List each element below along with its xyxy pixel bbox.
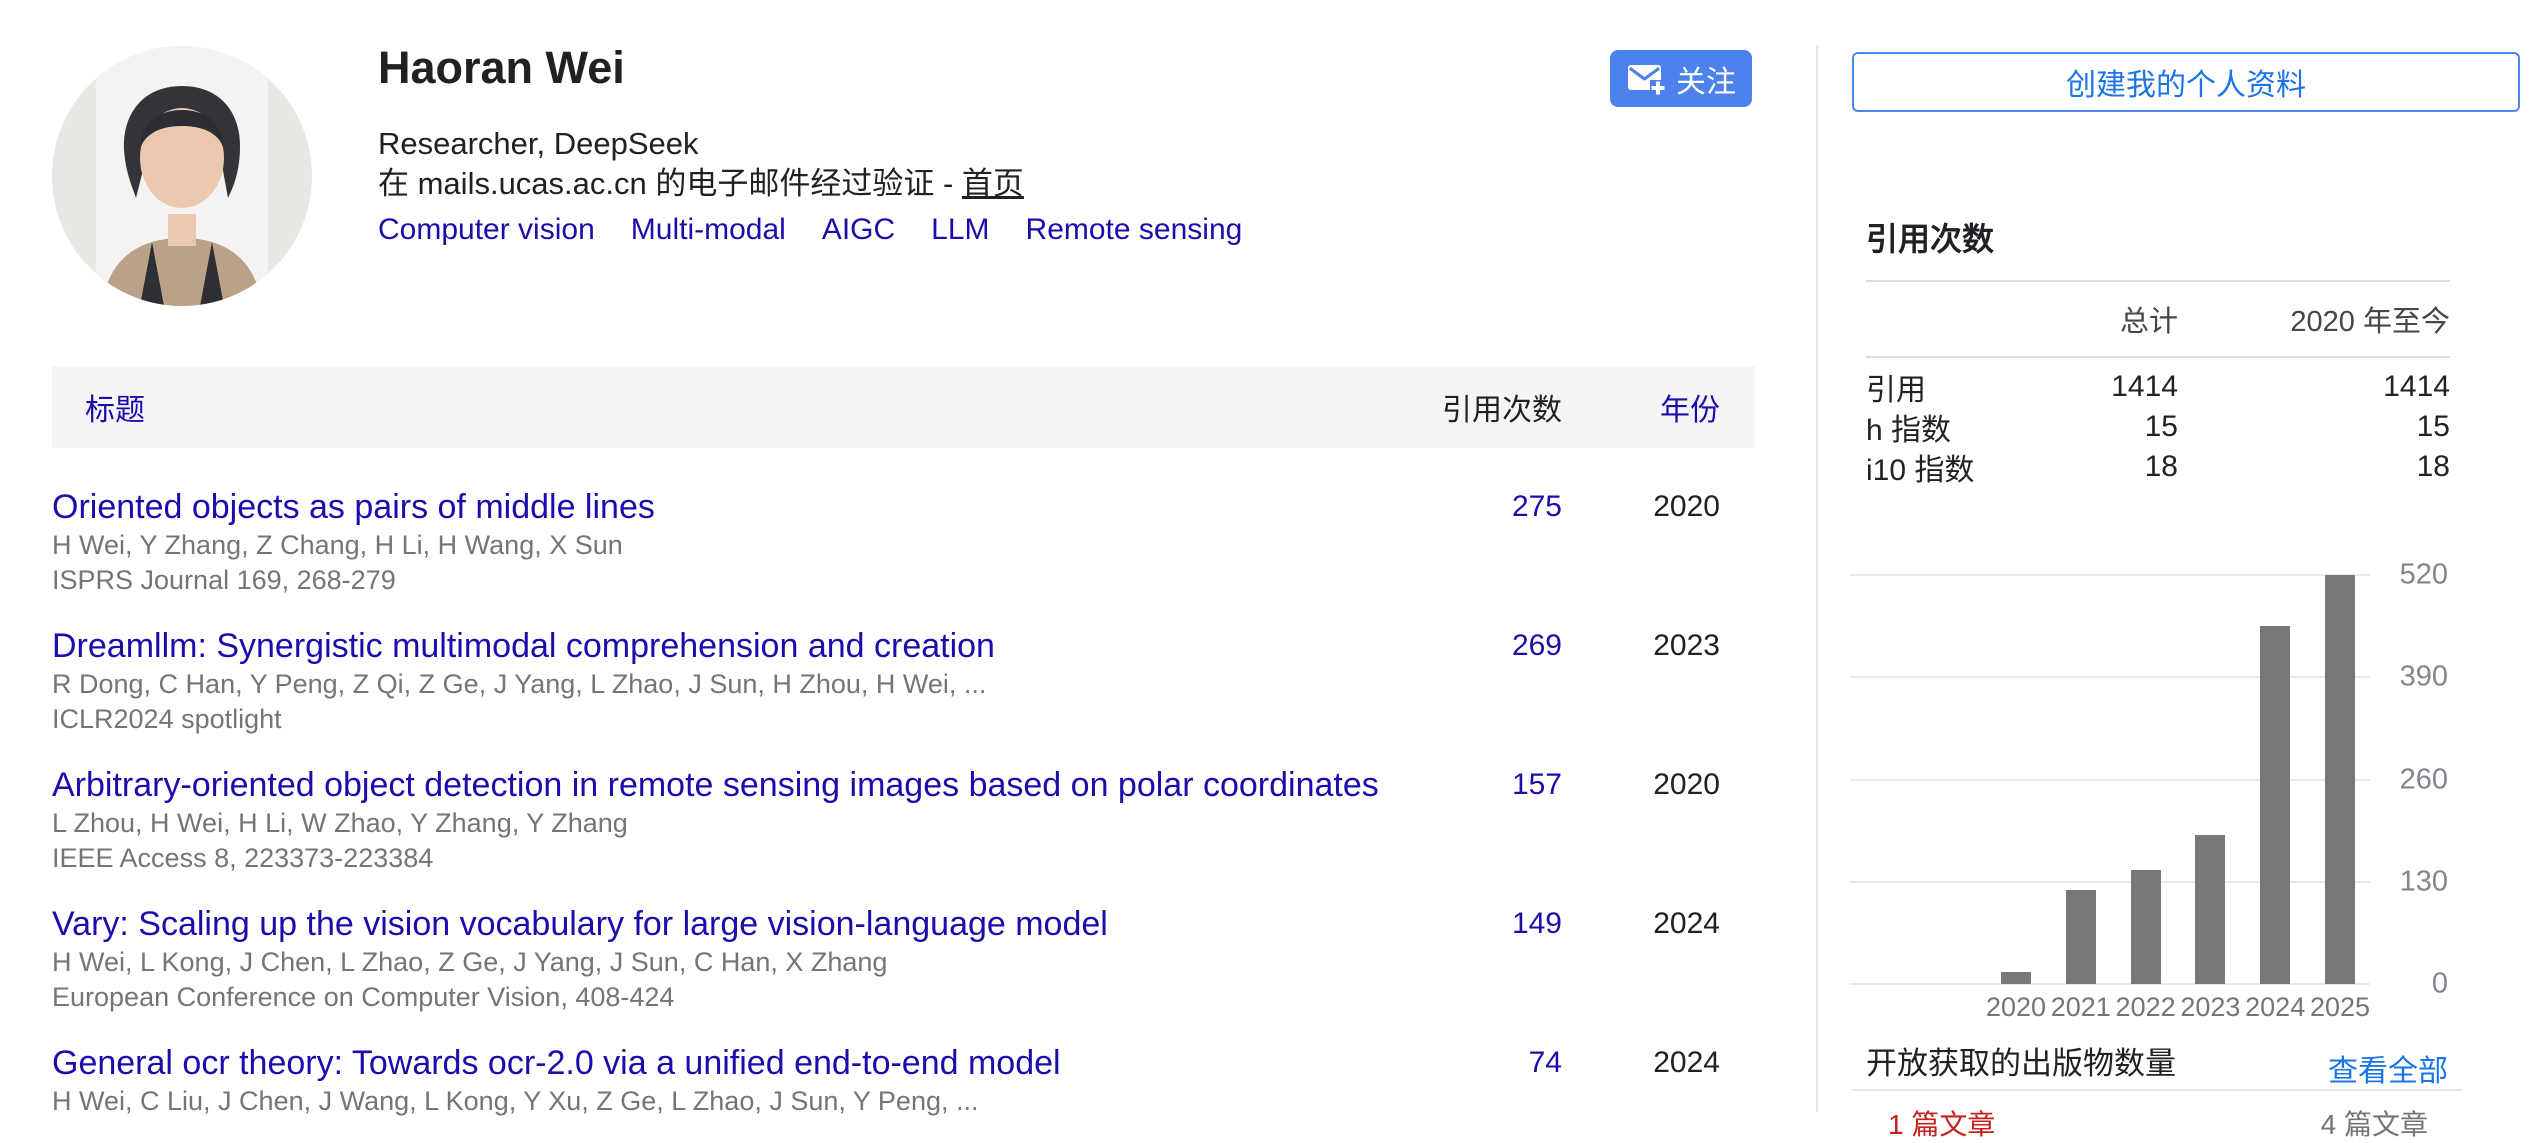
publication-year: 2020 — [1653, 490, 1720, 524]
chart-y-tick-label: 520 — [2400, 559, 2448, 592]
stats-col-all-header: 总计 — [2038, 298, 2178, 340]
chart-gridline — [1850, 676, 2370, 678]
publication-cited-by-count[interactable]: 157 — [1512, 768, 1562, 802]
publication-year: 2024 — [1653, 1046, 1720, 1080]
publication-title-link[interactable]: Arbitrary-oriented object detection in r… — [52, 764, 1379, 806]
citation-stats-header-row: 总计 2020 年至今 — [1866, 280, 2450, 358]
chart-gridline — [1850, 779, 2370, 781]
publication-authors: H Wei, L Kong, J Chen, L Zhao, Z Ge, J Y… — [52, 945, 1755, 980]
open-access-divider — [1852, 1089, 2462, 1091]
publication-title-link[interactable]: Dreamllm: Synergistic multimodal compreh… — [52, 625, 995, 667]
publications-list: Oriented objects as pairs of middle line… — [52, 0, 1755, 1112]
citation-stats-body: 引用14141414h 指数1515i10 指数1818 — [1866, 358, 2450, 485]
table-row: Vary: Scaling up the vision vocabulary f… — [52, 903, 1755, 1015]
chart-x-tick-label: 2025 — [2285, 992, 2395, 1023]
chart-y-tick-label: 260 — [2400, 763, 2448, 796]
table-row: General ocr theory: Towards ocr-2.0 via … — [52, 1042, 1755, 1119]
stats-value-since: 1414 — [2178, 370, 2450, 404]
table-row: Dreamllm: Synergistic multimodal compreh… — [52, 625, 1755, 737]
publication-title-link[interactable]: General ocr theory: Towards ocr-2.0 via … — [52, 1042, 1061, 1084]
chart-y-tick-label: 390 — [2400, 661, 2448, 694]
open-access-count-partial[interactable]: 1 篇文章 — [1888, 1103, 1995, 1143]
chart-gridline — [1850, 983, 2370, 985]
stats-value-all: 1414 — [2038, 370, 2178, 404]
publication-year: 2020 — [1653, 768, 1720, 802]
publication-venue: IEEE Access 8, 223373-223384 — [52, 841, 1755, 876]
publication-authors: H Wei, Y Zhang, Z Chang, H Li, H Wang, X… — [52, 528, 1755, 563]
publication-venue: ICLR2024 spotlight — [52, 702, 1755, 737]
table-row: Arbitrary-oriented object detection in r… — [52, 764, 1755, 876]
stats-value-since: 18 — [2178, 450, 2450, 484]
stats-label: h 指数 — [1866, 405, 2038, 449]
chart-y-tick-label: 0 — [2432, 968, 2448, 1001]
publication-venue: ISPRS Journal 169, 268-279 — [52, 563, 1755, 598]
chart-y-tick-label: 130 — [2400, 865, 2448, 898]
sidebar-divider — [1816, 45, 1818, 1112]
publication-title-link[interactable]: Vary: Scaling up the vision vocabulary f… — [52, 903, 1108, 945]
chart-bar-2023[interactable] — [2195, 835, 2225, 984]
open-access-heading: 开放获取的出版物数量 — [1866, 1042, 2176, 1086]
chart-gridline — [1850, 881, 2370, 883]
publication-authors: R Dong, C Han, Y Peng, Z Qi, Z Ge, J Yan… — [52, 667, 1755, 702]
publication-venue: European Conference on Computer Vision, … — [52, 980, 1755, 1015]
open-access-status-partial: 4 篇文章 — [2321, 1103, 2428, 1143]
citations-per-year-chart: 0130260390520202020212022202320242025 — [1850, 575, 2448, 1015]
open-access-view-all-link[interactable]: 查看全部 — [2328, 1046, 2448, 1090]
citation-stats-table: 总计 2020 年至今 引用14141414h 指数1515i10 指数1818 — [1866, 280, 2450, 485]
stats-value-all: 18 — [2038, 450, 2178, 484]
cited-by-heading: 引用次数 — [1866, 218, 1994, 260]
stats-label: 引用 — [1866, 365, 2038, 409]
publication-title-link[interactable]: Oriented objects as pairs of middle line… — [52, 486, 655, 528]
chart-bar-2020[interactable] — [2001, 972, 2031, 984]
stats-value-all: 15 — [2038, 410, 2178, 444]
citation-stats-row: i10 指数1818 — [1866, 445, 2450, 485]
citation-stats-row: h 指数1515 — [1866, 405, 2450, 445]
publication-year: 2023 — [1653, 629, 1720, 663]
stats-value-since: 15 — [2178, 410, 2450, 444]
publication-year: 2024 — [1653, 907, 1720, 941]
create-my-profile-button[interactable]: 创建我的个人资料 — [1852, 52, 2520, 112]
publication-cited-by-count[interactable]: 275 — [1512, 490, 1562, 524]
publication-cited-by-count[interactable]: 269 — [1512, 629, 1562, 663]
table-row: Oriented objects as pairs of middle line… — [52, 486, 1755, 598]
chart-bar-2021[interactable] — [2066, 890, 2096, 984]
stats-col-since-header: 2020 年至今 — [2178, 298, 2450, 340]
citation-stats-row: 引用14141414 — [1866, 365, 2450, 405]
publication-cited-by-count[interactable]: 74 — [1529, 1046, 1562, 1080]
chart-bar-2024[interactable] — [2260, 626, 2290, 984]
chart-bar-2025[interactable] — [2325, 575, 2355, 984]
chart-bar-2022[interactable] — [2131, 870, 2161, 984]
stats-label: i10 指数 — [1866, 445, 2038, 489]
publication-authors: H Wei, C Liu, J Chen, J Wang, L Kong, Y … — [52, 1084, 1755, 1119]
chart-gridline — [1850, 574, 2370, 576]
publication-cited-by-count[interactable]: 149 — [1512, 907, 1562, 941]
publication-authors: L Zhou, H Wei, H Li, W Zhao, Y Zhang, Y … — [52, 806, 1755, 841]
